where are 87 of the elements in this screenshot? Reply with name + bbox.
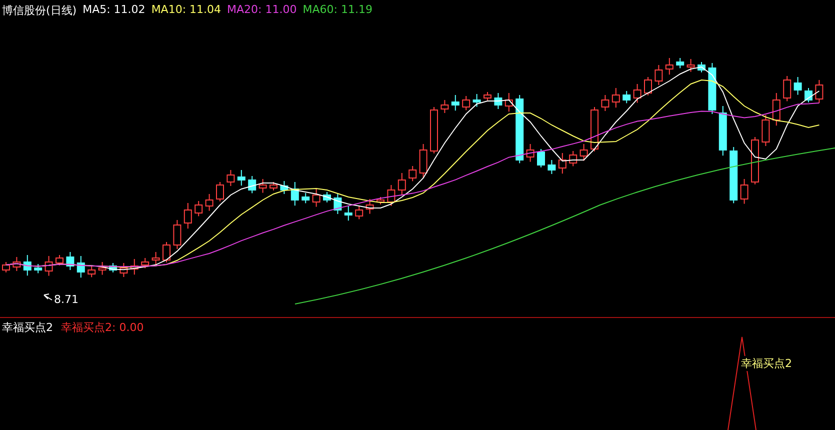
candlestick bbox=[344, 206, 352, 222]
candlestick bbox=[205, 194, 214, 212]
candlestick bbox=[355, 206, 364, 220]
candlestick bbox=[66, 252, 74, 270]
candlestick bbox=[280, 180, 288, 194]
candlestick bbox=[730, 146, 738, 204]
ma-reading: MA10: 11.04 bbox=[151, 3, 222, 18]
candlestick bbox=[430, 106, 438, 154]
candlestick bbox=[676, 58, 684, 69]
candlestick bbox=[387, 184, 396, 206]
candlestick bbox=[237, 170, 246, 186]
indicator-title: 幸福买点2 bbox=[2, 320, 53, 335]
candlestick bbox=[130, 258, 138, 276]
candlestick bbox=[152, 252, 160, 266]
candlestick bbox=[698, 62, 706, 73]
candlestick bbox=[312, 188, 320, 208]
candlestick bbox=[815, 80, 824, 104]
candlestick bbox=[718, 106, 727, 156]
candlestick bbox=[569, 150, 578, 167]
candlestick bbox=[804, 88, 812, 103]
candlestick bbox=[654, 64, 663, 86]
candlestick bbox=[184, 202, 192, 230]
candlestick bbox=[751, 136, 759, 185]
candlestick bbox=[323, 192, 331, 203]
candlestick bbox=[366, 198, 374, 214]
candlestick bbox=[109, 262, 117, 273]
candlestick bbox=[120, 262, 128, 278]
candlestick bbox=[451, 94, 460, 112]
candlestick bbox=[686, 58, 695, 72]
candlestick bbox=[772, 92, 780, 126]
candlestick bbox=[548, 160, 556, 174]
candlestick bbox=[302, 192, 310, 204]
candlestick bbox=[23, 254, 32, 276]
candlestick bbox=[376, 196, 384, 205]
candlestick bbox=[794, 76, 802, 96]
candlestick bbox=[494, 92, 502, 110]
candlestick bbox=[34, 264, 42, 274]
candlestick bbox=[440, 100, 449, 114]
candlestick bbox=[644, 76, 652, 96]
candlestick bbox=[290, 182, 299, 206]
candlestick bbox=[516, 94, 524, 164]
ma-reading: MA5: 11.02 bbox=[82, 3, 146, 18]
candlestick bbox=[612, 88, 620, 108]
leader-line bbox=[44, 294, 52, 300]
candlestick bbox=[484, 92, 492, 101]
candlestick bbox=[472, 94, 481, 108]
candlestick bbox=[633, 84, 642, 104]
low-price-label: 8.71 bbox=[54, 293, 78, 306]
candlestick bbox=[408, 166, 417, 182]
signal-label: 幸福买点2 bbox=[740, 356, 793, 371]
candlestick bbox=[12, 256, 21, 272]
candlestick bbox=[162, 242, 170, 263]
ma-reading: MA20: 11.00 bbox=[227, 3, 297, 18]
candlestick bbox=[708, 62, 716, 114]
candlestick bbox=[740, 178, 748, 204]
candlestick bbox=[258, 178, 267, 194]
candlestick bbox=[2, 262, 10, 273]
ma-reading: MA60: 11.19 bbox=[302, 3, 372, 18]
candlestick bbox=[56, 254, 64, 266]
candlestick bbox=[762, 114, 770, 146]
candlestick bbox=[270, 182, 278, 191]
indicator-value: 幸福买点2: 0.00 bbox=[61, 320, 144, 335]
candlestick bbox=[141, 258, 150, 269]
candlestick bbox=[334, 192, 342, 214]
candlestick bbox=[76, 256, 85, 278]
candlestick bbox=[216, 182, 224, 202]
candlestick bbox=[44, 256, 53, 276]
candlestick bbox=[504, 92, 513, 112]
candlestick bbox=[194, 200, 203, 217]
candlestick bbox=[173, 220, 182, 250]
stock-title: 博信股份(日线) bbox=[2, 3, 77, 18]
candlestick bbox=[590, 106, 598, 152]
candlestick bbox=[419, 144, 428, 178]
candlestick bbox=[526, 144, 534, 162]
candlestick bbox=[462, 96, 470, 111]
candlestick bbox=[783, 76, 792, 102]
candlestick bbox=[580, 144, 588, 162]
candlestick bbox=[558, 152, 566, 174]
candlestick bbox=[248, 176, 256, 194]
candlestick bbox=[665, 58, 674, 76]
candlestick bbox=[537, 148, 545, 168]
candlestick bbox=[398, 172, 406, 196]
candlestick bbox=[98, 262, 106, 276]
candlestick bbox=[88, 266, 96, 278]
candlestick bbox=[622, 90, 631, 104]
candlestick bbox=[226, 170, 235, 186]
candlestick bbox=[601, 94, 610, 112]
